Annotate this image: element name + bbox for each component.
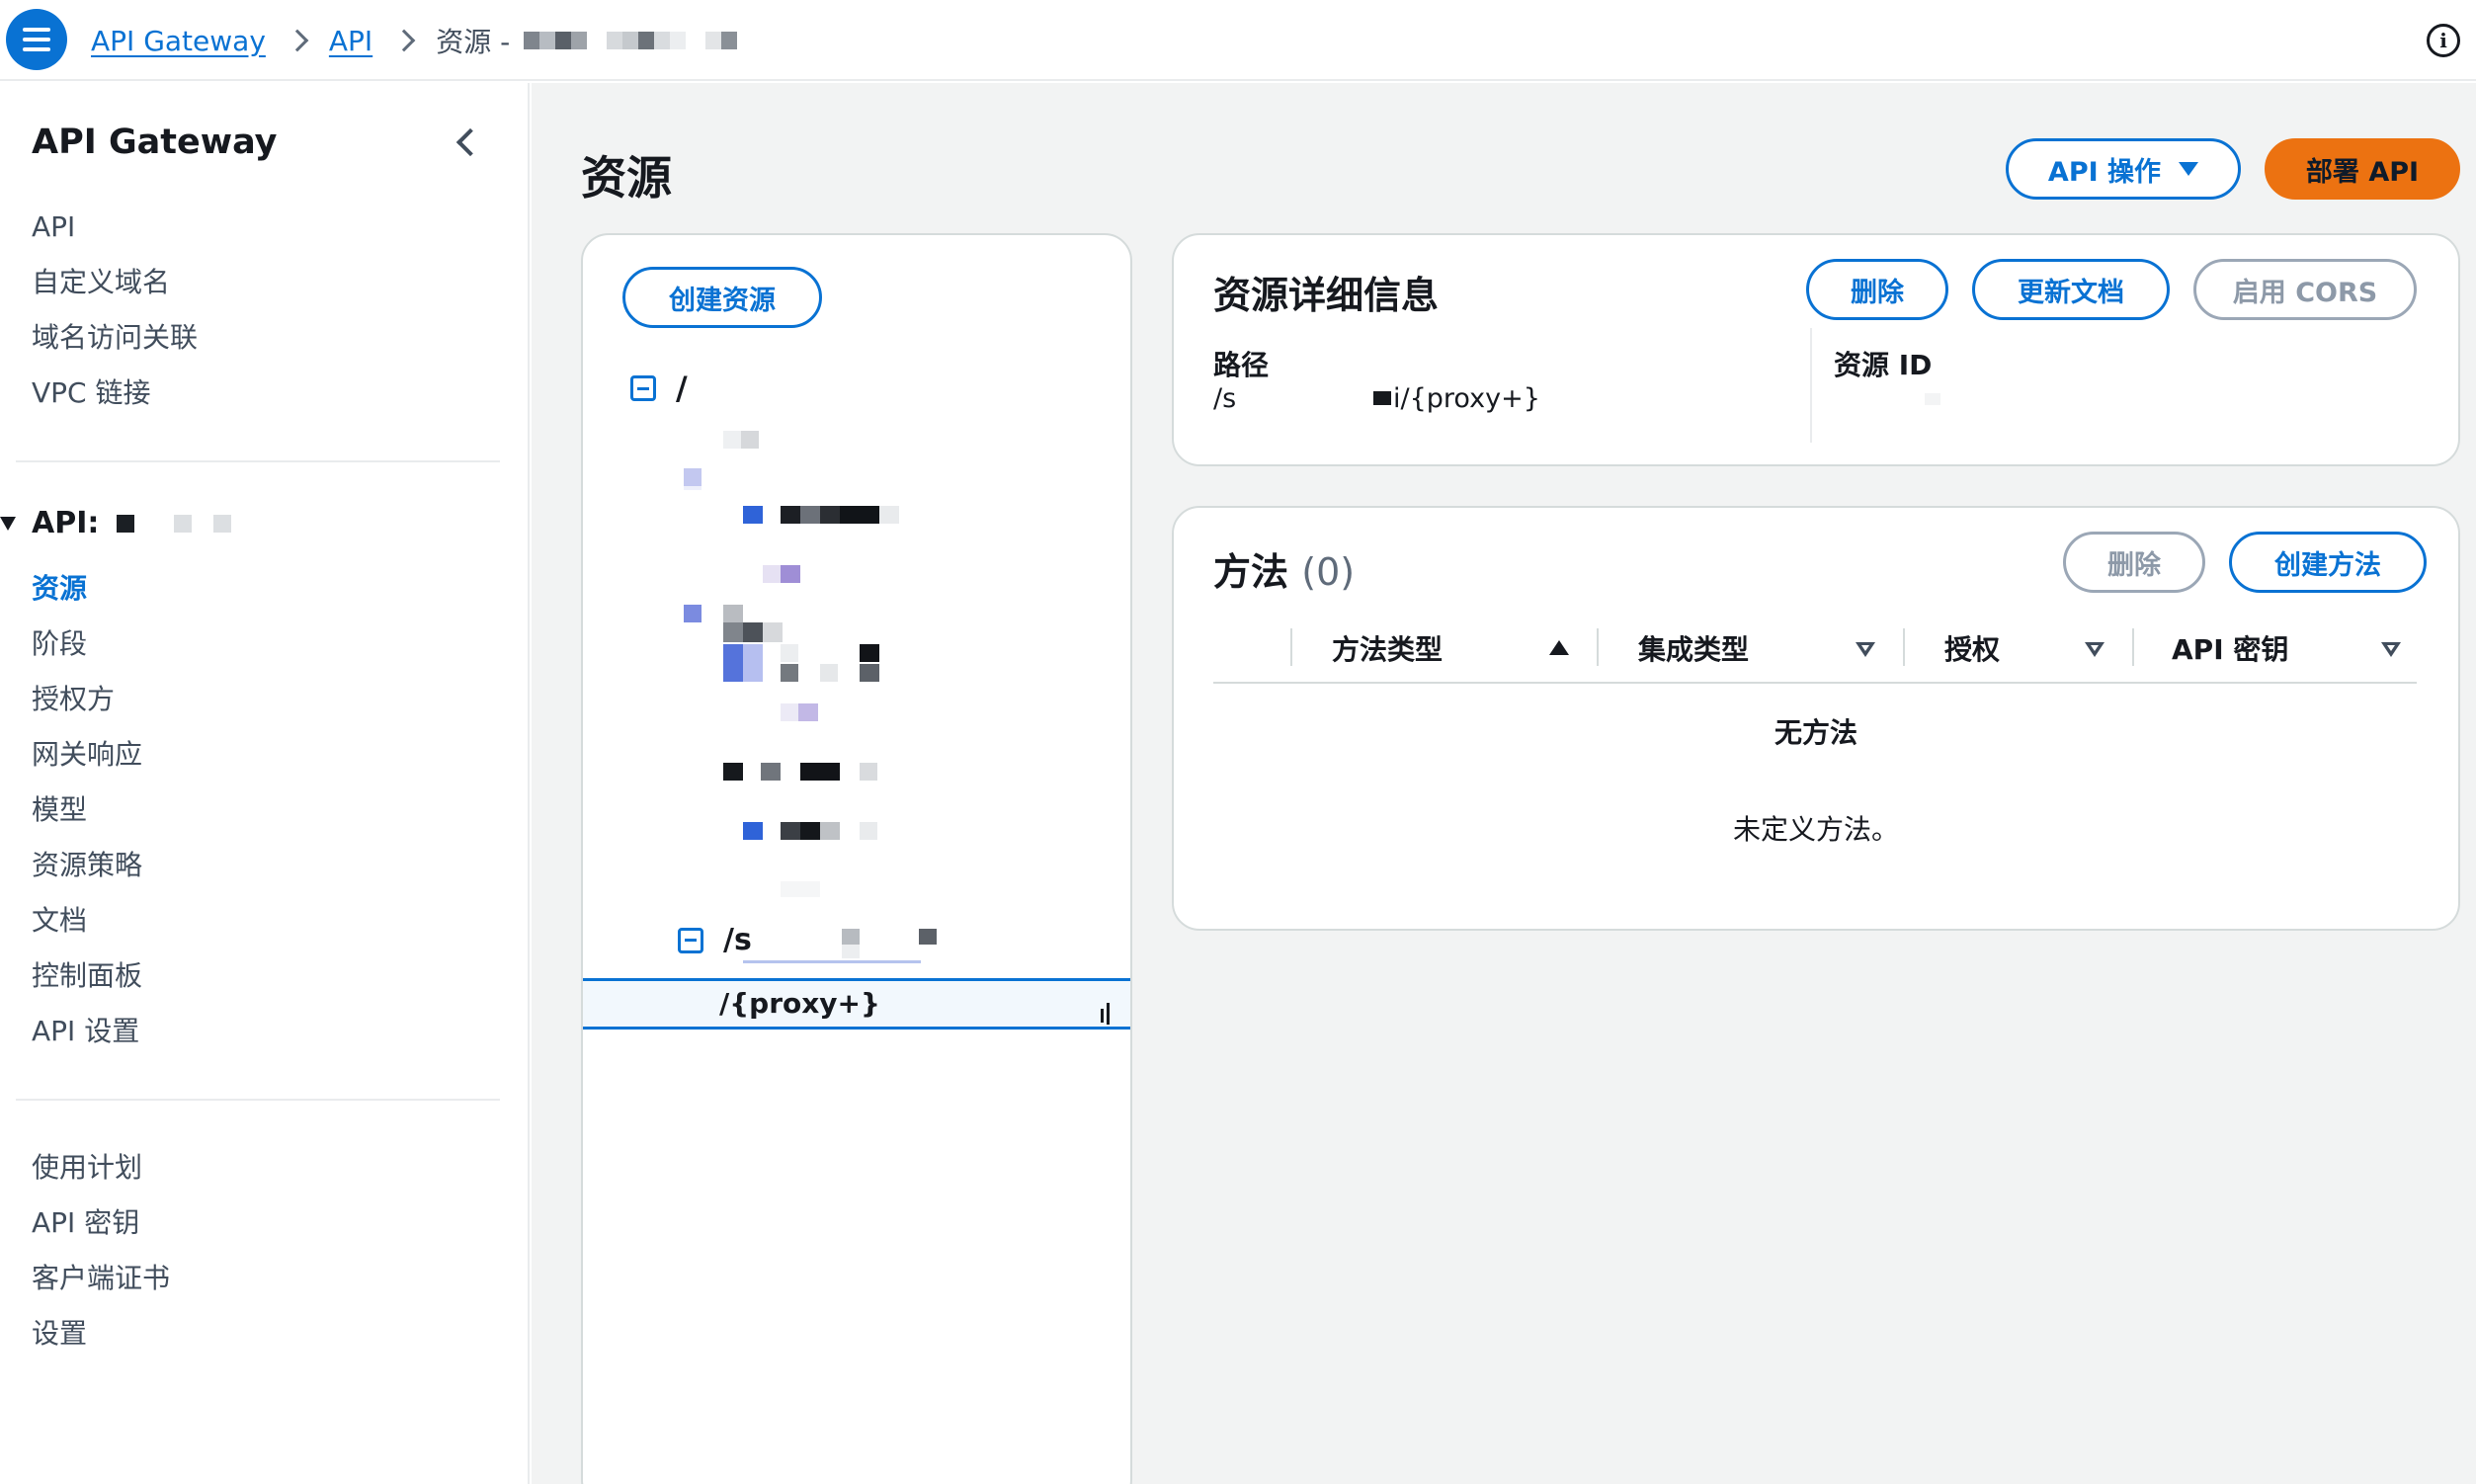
nav-item-client-certificates[interactable]: 客户端证书 (32, 1251, 170, 1306)
chevron-right-icon (392, 29, 416, 52)
column-separator (2132, 628, 2134, 666)
caret-down-icon (0, 516, 16, 531)
minus-square-icon[interactable] (678, 927, 703, 953)
redacted-api-name (524, 32, 738, 49)
nav-item-settings[interactable]: 设置 (32, 1306, 170, 1361)
nav-item-custom-domain[interactable]: 自定义域名 (32, 255, 198, 310)
column-integration-type[interactable]: 集成类型 (1638, 628, 1749, 668)
column-api-key[interactable]: API 密钥 (2172, 628, 2288, 668)
empty-state-title: 无方法 (1774, 716, 1857, 749)
menu-icon[interactable] (6, 9, 67, 70)
sort-descending-icon[interactable] (1856, 642, 1875, 657)
sort-descending-icon[interactable] (2381, 642, 2401, 657)
breadcrumb-current: 资源 - (436, 26, 511, 58)
tree-selected-row[interactable]: /{proxy+} (583, 978, 1130, 1030)
nav-item-vpc-link[interactable]: VPC 链接 (32, 366, 198, 421)
nav-item-usage-plans[interactable]: 使用计划 (32, 1140, 170, 1195)
tree-sub-label: /s (723, 923, 752, 957)
nav-item-api-settings[interactable]: API 设置 (32, 1004, 142, 1059)
nav-item-dashboard[interactable]: 控制面板 (32, 948, 142, 1004)
chevron-right-icon (286, 29, 309, 52)
enable-cors-button[interactable]: 启用 CORS (2193, 259, 2417, 320)
tree-sub-row[interactable]: /s (678, 923, 752, 957)
deploy-api-button[interactable]: 部署 API (2265, 138, 2460, 200)
column-separator (1903, 628, 1905, 666)
breadcrumb: API Gateway API 资源 - (91, 0, 738, 81)
api-section-label: API: (32, 506, 100, 540)
methods-title-text: 方法 (1213, 550, 1289, 594)
nav-item-documentation[interactable]: 文档 (32, 893, 142, 948)
nav-api-group: 资源 阶段 授权方 网关响应 模型 资源策略 文档 控制面板 API 设置 (32, 561, 142, 1059)
api-actions-button[interactable]: API 操作 (2006, 138, 2241, 200)
breadcrumb-api[interactable]: API (329, 25, 372, 57)
breadcrumb-api-gateway[interactable]: API Gateway (91, 25, 266, 57)
path-value-prefix: /s (1213, 383, 1237, 414)
resource-tree-panel: 创建资源 / /s /{proxy+} (581, 233, 1132, 1484)
page-title: 资源 (581, 151, 672, 205)
column-separator (1597, 628, 1599, 666)
redacted-resource-id (1925, 393, 1940, 405)
resource-id-label: 资源 ID (1834, 349, 1933, 381)
methods-count: (0) (1301, 550, 1356, 594)
side-navigation: API Gateway API 自定义域名 域名访问关联 VPC 链接 API:… (0, 83, 530, 1484)
nav-item-api[interactable]: API (32, 200, 198, 255)
update-documentation-button[interactable]: 更新文档 (1972, 259, 2170, 320)
nav-item-resources[interactable]: 资源 (32, 561, 142, 617)
api-actions-label: API 操作 (2047, 156, 2162, 188)
path-value-suffix: i/{proxy+} (1393, 383, 1540, 414)
column-authorization[interactable]: 授权 (1944, 628, 2000, 668)
methods-title: 方法 (0) (1213, 541, 1355, 596)
create-method-button[interactable]: 创建方法 (2229, 532, 2427, 593)
methods-panel: 方法 (0) 删除 创建方法 方法类型 集成类型 授权 API 密钥 无方法 未… (1172, 506, 2460, 931)
column-divider (1810, 328, 1812, 443)
resource-details-panel: 资源详细信息 删除 更新文档 启用 CORS 路径 /s i/{proxy+} … (1172, 233, 2460, 466)
top-breadcrumb-bar: API Gateway API 资源 - i (0, 0, 2476, 81)
table-header-divider (1213, 682, 2417, 684)
details-title: 资源详细信息 (1213, 274, 1440, 317)
redacted-api-label (117, 514, 232, 533)
nav-item-api-keys[interactable]: API 密钥 (32, 1195, 170, 1251)
nav-divider (16, 1099, 500, 1101)
main-content: 资源 API 操作 部署 API 创建资源 / /s /{proxy+} 资源详… (532, 83, 2476, 1484)
column-separator (1290, 628, 1292, 666)
selected-resource-label: /{proxy+} (719, 987, 880, 1020)
cursor-mark (1101, 1009, 1104, 1023)
minus-square-icon[interactable] (630, 375, 656, 401)
nav-bottom-group: 使用计划 API 密钥 客户端证书 设置 (32, 1140, 170, 1361)
empty-state-description: 未定义方法。 (1732, 813, 1899, 846)
cursor-mark (1107, 1003, 1110, 1025)
nav-item-models[interactable]: 模型 (32, 783, 142, 838)
chevron-left-icon[interactable] (455, 127, 485, 157)
tree-root-row[interactable]: / (630, 370, 688, 407)
caret-down-icon (2179, 162, 2199, 176)
nav-item-stages[interactable]: 阶段 (32, 617, 142, 672)
nav-item-domain-access[interactable]: 域名访问关联 (32, 310, 198, 366)
tree-root-label: / (676, 370, 688, 407)
delete-method-button[interactable]: 删除 (2063, 532, 2205, 593)
redacted-path (1373, 391, 1391, 405)
nav-title: API Gateway (32, 123, 278, 162)
api-section-header[interactable]: API: (0, 506, 232, 540)
nav-item-resource-policy[interactable]: 资源策略 (32, 838, 142, 893)
path-label: 路径 (1213, 349, 1270, 381)
nav-top-group: API 自定义域名 域名访问关联 VPC 链接 (32, 200, 198, 421)
nav-item-gateway-responses[interactable]: 网关响应 (32, 727, 142, 783)
info-icon[interactable]: i (2427, 24, 2460, 57)
nav-item-authorizers[interactable]: 授权方 (32, 672, 142, 727)
column-method-type[interactable]: 方法类型 (1332, 628, 1443, 668)
sort-ascending-icon[interactable] (1549, 640, 1569, 655)
nav-divider (16, 460, 500, 462)
create-resource-button[interactable]: 创建资源 (622, 267, 822, 328)
delete-resource-button[interactable]: 删除 (1806, 259, 1948, 320)
sort-descending-icon[interactable] (2085, 642, 2105, 657)
